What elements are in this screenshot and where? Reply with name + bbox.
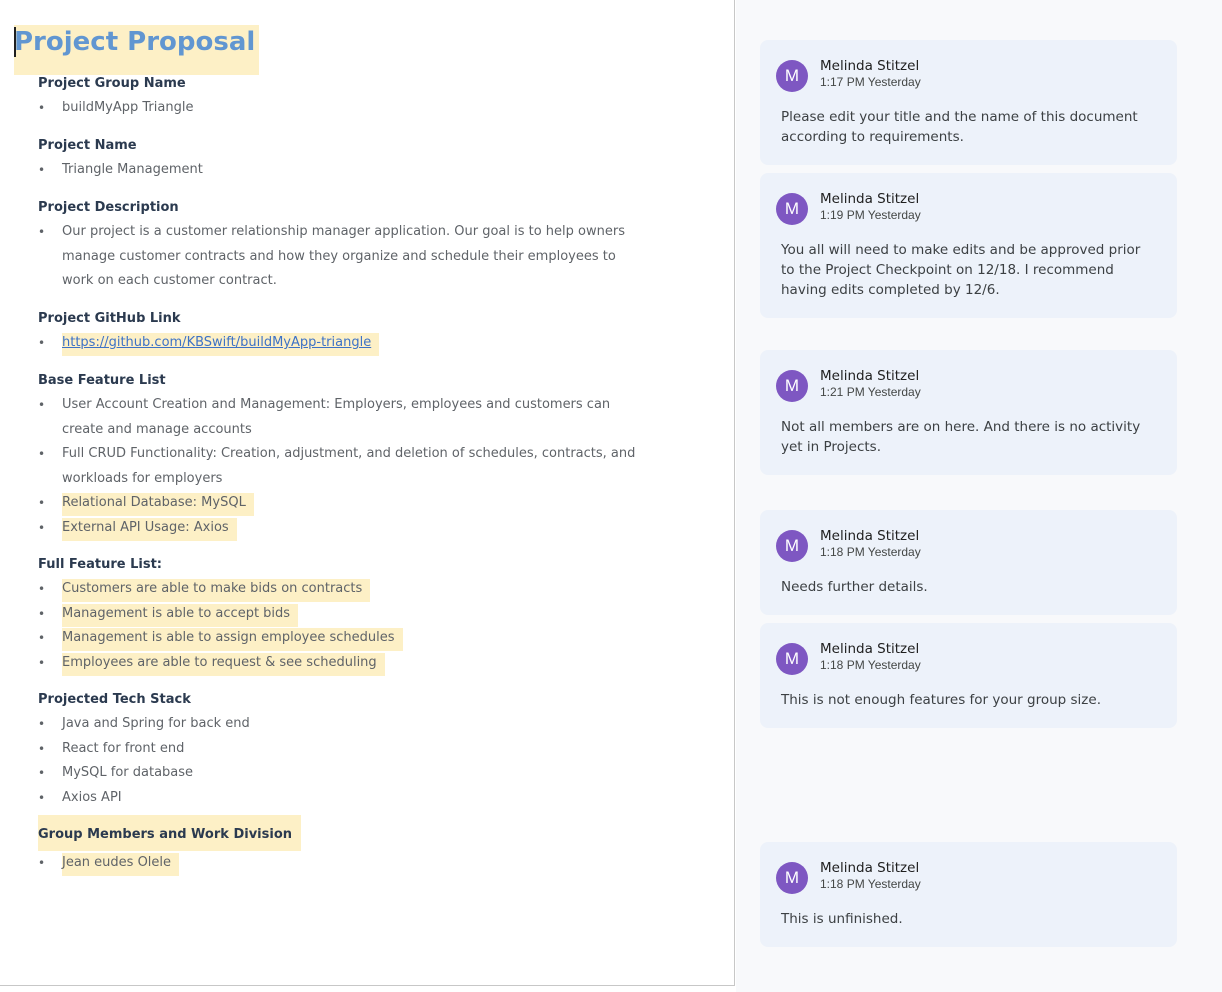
comment-text: Please edit your title and the name of t…	[781, 109, 1138, 145]
comment-timestamp: 1:18 PM Yesterday	[820, 545, 921, 559]
comment-card[interactable]: M Melinda Stitzel 1:18 PM Yesterday This…	[760, 842, 1177, 947]
list-item[interactable]: Java and Spring for back end	[38, 712, 638, 737]
comment-card[interactable]: M Melinda Stitzel 1:19 PM Yesterday You …	[760, 173, 1177, 318]
list-item[interactable]: buildMyApp Triangle	[38, 96, 638, 121]
list-item[interactable]: Employees are able to request & see sche…	[38, 651, 638, 676]
comment-timestamp: 1:17 PM Yesterday	[820, 75, 921, 89]
comment-text: Not all members are on here. And there i…	[781, 419, 1141, 455]
comment-text: Needs further details.	[781, 579, 928, 595]
document-page[interactable]: Project Proposal Project Group Name buil…	[0, 0, 735, 986]
list-item[interactable]: React for front end	[38, 737, 638, 762]
section-project-group-name: Project Group Name buildMyApp Triangle	[38, 72, 638, 121]
section-heading: Full Feature List:	[38, 557, 162, 572]
comment-timestamp: 1:18 PM Yesterday	[820, 877, 921, 891]
list-item[interactable]: Customers are able to make bids on contr…	[38, 577, 638, 602]
list-item[interactable]: Management is able to assign employee sc…	[38, 626, 638, 651]
list-item: https://github.com/KBSwift/buildMyApp-tr…	[38, 331, 638, 356]
comments-panel: M Melinda Stitzel 1:17 PM Yesterday Plea…	[736, 0, 1222, 992]
list-item[interactable]: Full CRUD Functionality: Creation, adjus…	[38, 442, 638, 491]
section-project-name: Project Name Triangle Management	[38, 134, 638, 183]
avatar[interactable]: M	[776, 370, 808, 402]
list-item[interactable]: Management is able to accept bids	[38, 602, 638, 627]
avatar[interactable]: M	[776, 862, 808, 894]
comment-card[interactable]: M Melinda Stitzel 1:21 PM Yesterday Not …	[760, 350, 1177, 475]
section-base-feature-list: Base Feature List User Account Creation …	[38, 369, 638, 541]
section-full-feature-list: Full Feature List: Customers are able to…	[38, 553, 638, 676]
comment-card[interactable]: M Melinda Stitzel 1:17 PM Yesterday Plea…	[760, 40, 1177, 165]
avatar[interactable]: M	[776, 643, 808, 675]
comment-card[interactable]: M Melinda Stitzel 1:18 PM Yesterday Need…	[760, 510, 1177, 615]
section-heading: Project GitHub Link	[38, 311, 181, 326]
github-link[interactable]: https://github.com/KBSwift/buildMyApp-tr…	[62, 335, 371, 350]
comment-author: Melinda Stitzel	[820, 641, 920, 657]
section-group-members: Group Members and Work Division Jean eud…	[38, 815, 638, 876]
comment-text: This is unfinished.	[781, 911, 903, 927]
text-cursor	[14, 27, 16, 57]
comment-timestamp: 1:19 PM Yesterday	[820, 208, 921, 222]
avatar[interactable]: M	[776, 60, 808, 92]
comment-author: Melinda Stitzel	[820, 191, 920, 207]
comment-author: Melinda Stitzel	[820, 368, 920, 384]
list-item[interactable]: Relational Database: MySQL	[38, 491, 638, 516]
comment-text: You all will need to make edits and be a…	[781, 242, 1141, 298]
avatar[interactable]: M	[776, 530, 808, 562]
comment-card[interactable]: M Melinda Stitzel 1:18 PM Yesterday This…	[760, 623, 1177, 728]
list-item[interactable]: Triangle Management	[38, 158, 638, 183]
list-item[interactable]: External API Usage: Axios	[38, 516, 638, 541]
list-item[interactable]: MySQL for database	[38, 761, 638, 786]
comment-author: Melinda Stitzel	[820, 860, 920, 876]
avatar[interactable]: M	[776, 193, 808, 225]
section-heading: Base Feature List	[38, 373, 166, 388]
comment-author: Melinda Stitzel	[820, 58, 920, 74]
section-heading: Project Description	[38, 200, 179, 215]
list-item[interactable]: Jean eudes Olele	[38, 851, 638, 876]
list-item[interactable]: Our project is a customer relationship m…	[38, 220, 638, 294]
comment-text: This is not enough features for your gro…	[781, 692, 1101, 708]
section-projected-tech-stack: Projected Tech Stack Java and Spring for…	[38, 688, 638, 810]
list-item[interactable]: User Account Creation and Management: Em…	[38, 393, 638, 442]
document-title[interactable]: Project Proposal	[14, 25, 260, 75]
section-heading: Projected Tech Stack	[38, 692, 191, 707]
section-github-link: Project GitHub Link https://github.com/K…	[38, 307, 638, 356]
comment-timestamp: 1:21 PM Yesterday	[820, 385, 921, 399]
section-heading: Project Name	[38, 138, 137, 153]
section-heading: Group Members and Work Division	[38, 815, 302, 851]
list-item[interactable]: Axios API	[38, 786, 638, 811]
section-project-description: Project Description Our project is a cus…	[38, 196, 638, 294]
comment-author: Melinda Stitzel	[820, 528, 920, 544]
section-heading: Project Group Name	[38, 76, 186, 91]
comment-timestamp: 1:18 PM Yesterday	[820, 658, 921, 672]
